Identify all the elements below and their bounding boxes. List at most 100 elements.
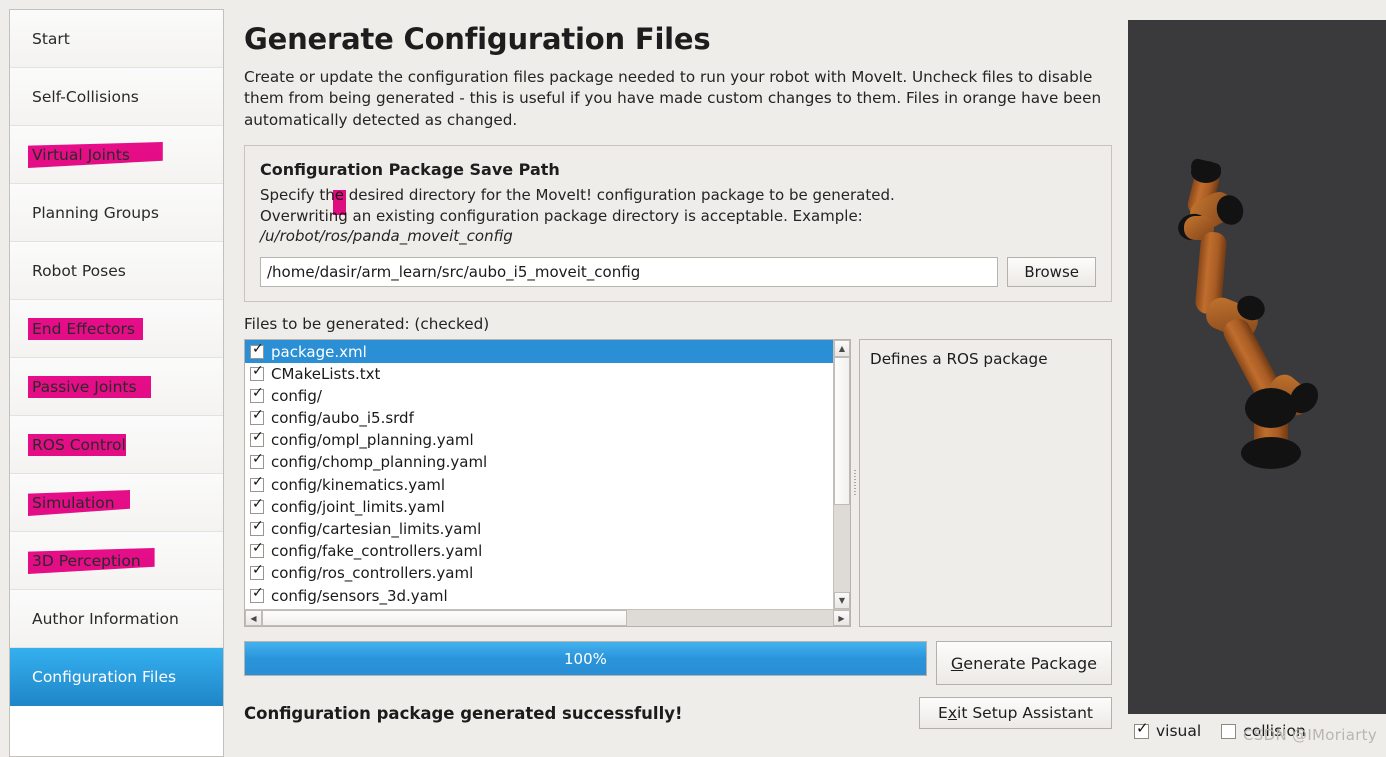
horizontal-scroll-thumb[interactable] [262,610,628,627]
sidebar-item-simulation[interactable]: Simulation [10,474,223,532]
file-checkbox[interactable] [250,452,264,470]
file-checkbox[interactable] [250,563,264,581]
group-desc-line1: Specify the desired directory for the Mo… [260,186,895,205]
file-checkbox[interactable] [250,408,264,426]
visual-checkbox-item[interactable]: visual [1134,721,1201,740]
horizontal-scroll-track[interactable] [262,610,833,627]
visual-checkbox[interactable] [1134,721,1149,739]
file-list-item[interactable]: config/joint_limits.yaml [245,496,833,518]
robot-arm-graphic [1178,158,1319,469]
sidebar-item-virtual-joints[interactable]: Virtual Joints [10,126,223,184]
scroll-left-arrow-icon[interactable]: ◀ [245,610,262,627]
generation-progress-bar: 100% [244,641,927,677]
file-list[interactable]: package.xml CMakeLists.txt config/config/a… [245,340,833,609]
collision-label: collision [1243,722,1306,740]
sidebar-item-label: Robot Poses [32,261,126,280]
sidebar-item-start[interactable]: Start [10,10,223,68]
file-name: package.xml [271,342,367,361]
save-path-input[interactable] [260,257,999,288]
page-title: Generate Configuration Files [244,22,711,56]
path-row: Browse [260,257,1096,288]
scroll-down-arrow-icon[interactable]: ▼ [834,592,850,610]
exit-label-rest: it Setup Assistant [957,704,1093,723]
sidebar-item-label: 3D Perception [32,551,141,570]
setup-assistant-window: Start Self-Collisions Virtual Joints Planni… [0,0,1386,757]
sidebar-item-ros-control[interactable]: ROS Control [10,416,223,474]
file-name: config/ [271,386,322,405]
generate-package-button[interactable]: Generate Package [935,641,1112,686]
file-checkbox[interactable] [250,342,264,359]
browse-button[interactable]: Browse [1007,257,1096,288]
collision-checkbox-item[interactable]: collision [1221,722,1306,740]
files-and-description-row: package.xml CMakeLists.txt config/config/a… [244,339,1112,628]
file-list-item[interactable]: config/cartesian_limits.yaml [245,518,833,540]
main-content: Generate Configuration Files Create or u… [224,0,1120,757]
generate-label-rest: enerate Package [963,653,1097,673]
sidebar-item-label: Passive Joints [32,377,137,396]
sidebar-item-author-information[interactable]: Author Information [10,590,223,648]
sidebar-item-3d-perception[interactable]: 3D Perception [10,532,223,590]
file-checkbox[interactable] [250,541,264,559]
file-name: config/ompl_planning.yaml [271,431,474,450]
status-row: Configuration package generated successf… [244,697,1112,730]
robot-3d-viewport[interactable] [1128,20,1386,714]
scroll-up-arrow-icon[interactable]: ▲ [834,340,850,358]
file-checkbox[interactable] [250,519,264,537]
file-name: CMakeLists.txt [271,364,381,383]
file-checkbox[interactable] [250,364,264,381]
file-list-horizontal-scrollbar[interactable]: ◀ ▶ [245,609,850,627]
file-list-item[interactable]: config/aubo_i5.srdf [245,407,833,429]
sidebar-item-label: Self-Collisions [32,87,139,106]
file-checkbox[interactable] [250,586,264,603]
panel-splitter[interactable] [851,339,859,627]
file-name: config/joint_limits.yaml [271,497,445,516]
file-list-item[interactable]: config/ [245,385,833,407]
file-list-item[interactable]: package.xml [245,340,833,363]
file-list-item[interactable]: config/chomp_planning.yaml [245,451,833,473]
viewport-footer: visual collision [1134,721,1386,740]
files-to-generate-label: Files to be generated: (checked) [244,315,490,334]
file-description-pane: Defines a ROS package [859,339,1112,628]
file-list-item[interactable]: config/ros_controllers.yaml [245,562,833,584]
file-list-inner: package.xml CMakeLists.txt config/config/a… [245,340,850,610]
sidebar-item-label: Planning Groups [32,203,159,222]
group-description: Specify the desired directory for the Mo… [260,185,1096,246]
file-list-item[interactable]: CMakeLists.txt [245,363,833,385]
sidebar-item-label: Virtual Joints [32,145,130,164]
file-checkbox[interactable] [250,497,264,514]
file-name: config/aubo_i5.srdf [271,409,414,428]
sidebar-item-robot-poses[interactable]: Robot Poses [10,242,223,300]
splitter-grip-icon [854,470,856,497]
collision-checkbox[interactable] [1221,723,1237,739]
file-list-item[interactable]: config/kinematics.yaml [245,474,833,496]
file-name: config/ros_controllers.yaml [271,564,474,583]
file-checkbox[interactable] [250,430,264,448]
progress-value: 100% [563,649,607,668]
sidebar-item-label: Configuration Files [32,667,177,686]
sidebar-item-label: End Effectors [32,319,135,338]
exit-setup-assistant-button[interactable]: Exit Setup Assistant [919,697,1112,730]
sidebar-item-end-effectors[interactable]: End Effectors [10,300,223,358]
group-title: Configuration Package Save Path [260,160,560,180]
file-name: config/sensors_3d.yaml [271,586,448,605]
file-list-vertical-scrollbar[interactable]: ▲ ▼ [833,340,850,610]
status-message: Configuration package generated successf… [244,703,683,723]
file-checkbox[interactable] [250,475,264,492]
file-list-item[interactable]: config/sensors_3d.yaml [245,585,833,607]
sidebar-item-label: Simulation [32,493,115,512]
sidebar-item-passive-joints[interactable]: Passive Joints [10,358,223,416]
sidebar-item-self-collisions[interactable]: Self-Collisions [10,68,223,126]
file-checkbox[interactable] [250,386,264,403]
sidebar-item-planning-groups[interactable]: Planning Groups [10,184,223,242]
vertical-scroll-thumb[interactable] [834,357,850,506]
sidebar-item-configuration-files[interactable]: Configuration Files [10,648,223,706]
group-desc-line2: Overwriting an existing configuration pa… [260,206,863,225]
file-list-item[interactable]: config/fake_controllers.yaml [245,540,833,562]
sidebar-item-label: Start [32,29,70,48]
file-list-item[interactable]: config/ompl_planning.yaml [245,429,833,451]
generate-accel-letter: G [950,653,964,673]
vertical-scroll-track[interactable] [834,357,850,593]
sidebar-item-label: ROS Control [32,435,126,454]
scroll-right-arrow-icon[interactable]: ▶ [833,610,850,627]
configuration-package-save-path-group: Configuration Package Save Path Specify … [244,145,1112,303]
